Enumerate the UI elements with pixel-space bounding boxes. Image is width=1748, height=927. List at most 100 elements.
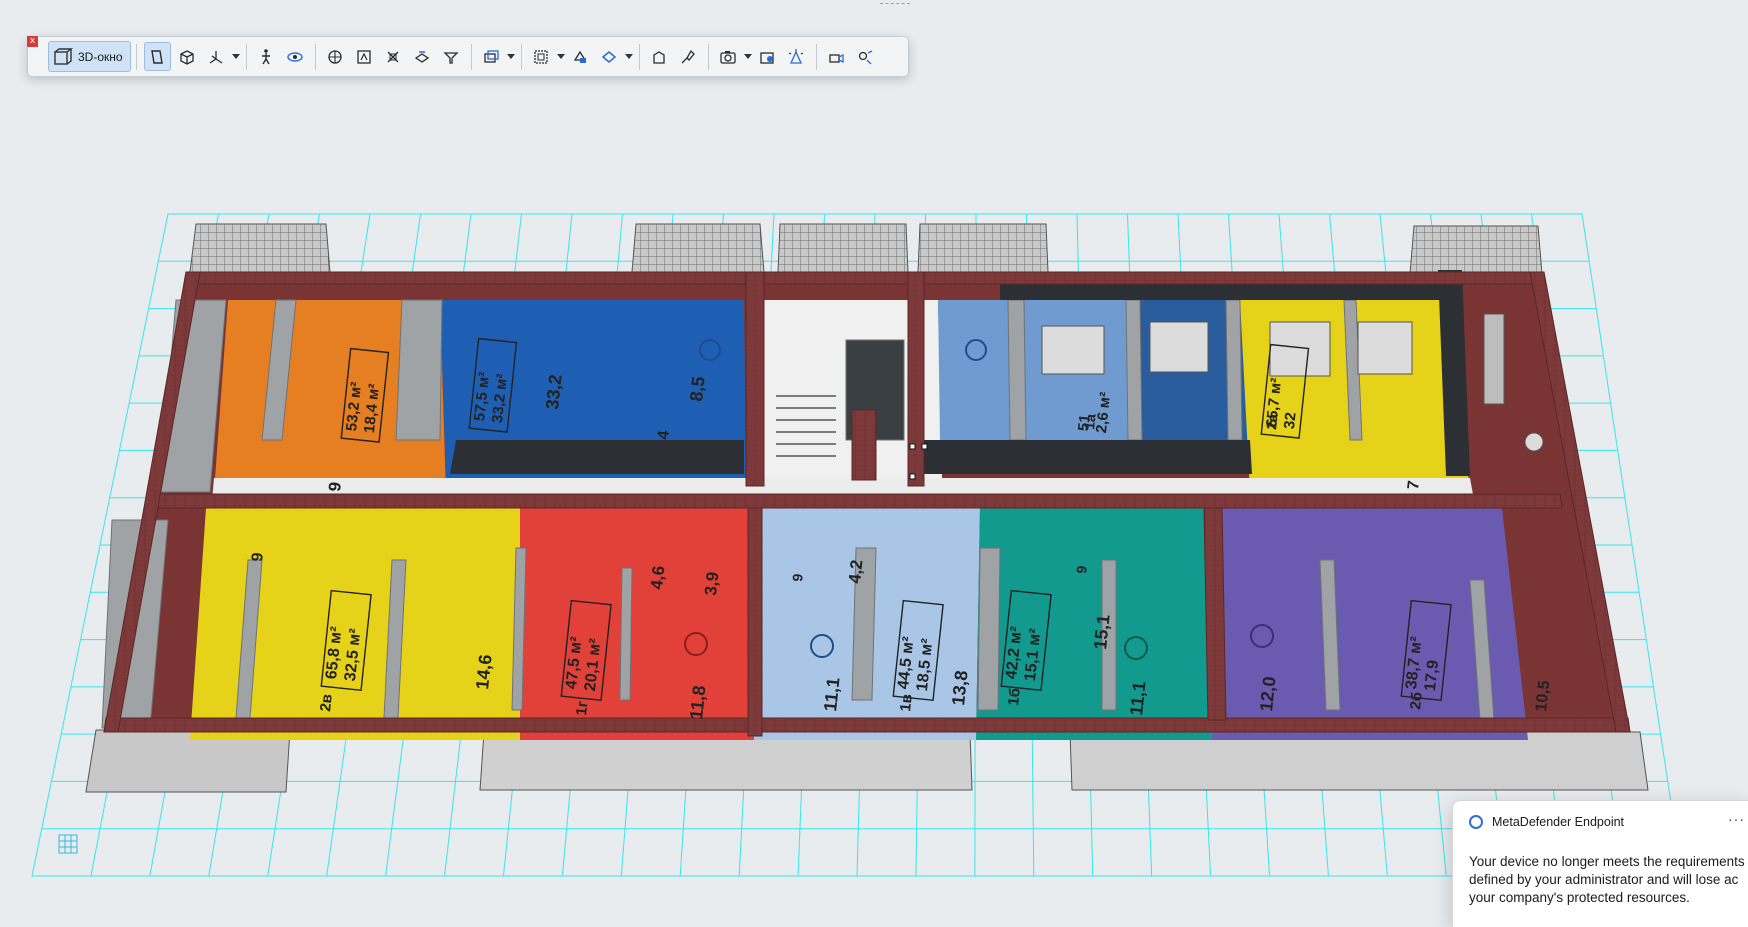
settings-3d-icon xyxy=(858,49,873,64)
filter-icon xyxy=(443,51,459,64)
marker xyxy=(880,3,910,7)
toast-more-button[interactable]: ··· xyxy=(1728,811,1745,827)
toolbar-separator xyxy=(135,43,137,70)
section-button[interactable] xyxy=(381,43,406,70)
toolbar-separator xyxy=(314,43,316,70)
3d-window-icon xyxy=(54,47,73,65)
label-lightblue-room-a: 11,1 xyxy=(820,676,843,712)
orbit-button[interactable] xyxy=(204,43,229,70)
walk-button[interactable] xyxy=(254,43,279,70)
toast-header: MetaDefender Endpoint xyxy=(1469,815,1624,829)
axonometry-button[interactable] xyxy=(175,43,200,70)
layer-combination-button[interactable] xyxy=(479,43,504,70)
chevron-down-icon xyxy=(506,54,515,59)
label-apt-1a: 1а xyxy=(1081,413,1099,430)
generic-mode-icon xyxy=(151,49,163,64)
cutaway-icon xyxy=(414,50,430,63)
zoom-extents-icon xyxy=(328,49,342,64)
notification-toast[interactable]: MetaDefender Endpoint ··· Your device no… xyxy=(1452,800,1748,927)
label-apt-1g: 1г xyxy=(573,700,591,716)
label-teal-room-b: 11,1 xyxy=(1126,680,1149,716)
shading-button[interactable] xyxy=(568,43,593,70)
settings-3d-button[interactable] xyxy=(853,43,878,70)
label-purple-room-b: 10,5 xyxy=(1533,680,1553,713)
3d-model-canvas[interactable]: 53,2 м² 18,4 м² 9 57,5 м² 33,2 м² 33,2 8… xyxy=(0,0,1748,926)
project-camera-icon xyxy=(829,53,844,63)
3d-window-label: 3D-окно xyxy=(78,49,123,64)
chevron-down-icon xyxy=(624,54,633,59)
toast-line: defined by your administrator and will l… xyxy=(1469,872,1739,887)
section-icon xyxy=(387,51,399,62)
zoom-extents-button[interactable] xyxy=(323,43,348,70)
label-area-purple-living: 17,9 xyxy=(1422,659,1442,692)
material-icon xyxy=(653,50,665,64)
layer-combination-icon xyxy=(484,49,499,63)
shading-icon xyxy=(573,50,587,63)
chevron-down-icon xyxy=(556,54,565,59)
orbit-dropdown[interactable] xyxy=(231,43,241,70)
view-frame-button[interactable] xyxy=(529,43,554,70)
walk-icon xyxy=(262,48,271,64)
label-blue-hall: 4 xyxy=(655,430,673,441)
fit-window-icon xyxy=(357,49,371,64)
fit-window-button[interactable] xyxy=(352,43,377,70)
project-camera-button[interactable] xyxy=(824,43,849,70)
filter-button[interactable] xyxy=(439,43,464,70)
generic-mode-button[interactable] xyxy=(143,42,171,71)
render-icon xyxy=(760,51,774,64)
view-frame-icon xyxy=(534,49,548,64)
label-red-a: 4,6 xyxy=(647,565,668,590)
label-lightblue-hall: 4,2 xyxy=(845,559,866,584)
toast-line: Your device no longer meets the requirem… xyxy=(1469,854,1745,869)
chevron-down-icon xyxy=(231,54,240,59)
3d-window-button[interactable]: 3D-окно xyxy=(48,41,131,72)
camera-icon xyxy=(720,50,736,64)
label-red-b: 3,9 xyxy=(701,571,722,596)
toolbar-separator xyxy=(707,43,709,70)
toolbar-close-button[interactable]: x xyxy=(27,36,38,47)
paint-button[interactable] xyxy=(676,43,701,70)
axonometry-icon xyxy=(180,49,194,65)
toolbar-separator xyxy=(520,43,522,70)
grid-snap-icon[interactable] xyxy=(57,833,79,855)
label-red-room: 11,8 xyxy=(686,684,709,720)
render-button[interactable] xyxy=(755,43,780,70)
surface-icon xyxy=(601,50,617,63)
toast-app-name: MetaDefender Endpoint xyxy=(1492,815,1625,829)
label-purple-room: 12,0 xyxy=(1256,675,1280,712)
toolbar-separator xyxy=(470,43,472,70)
light-button[interactable] xyxy=(784,43,809,70)
3d-window-toolbar: x 3D-окно xyxy=(27,36,909,77)
orbit-icon xyxy=(209,50,223,64)
label-apt-2a: 2а xyxy=(1263,413,1281,430)
toast-line: your company's protected resources. xyxy=(1469,890,1690,905)
explore-icon xyxy=(287,51,303,62)
layer-combination-dropdown[interactable] xyxy=(506,43,516,70)
label-apt-2b-right: 2б xyxy=(1407,691,1426,710)
toolbar-separator xyxy=(638,43,640,70)
chevron-down-icon xyxy=(743,54,752,59)
label-area-yellow-right-living: 32 xyxy=(1281,412,1300,430)
label-apt-1v: 1в xyxy=(897,693,916,712)
label-apt-1b: 1б xyxy=(1005,687,1024,706)
camera-button[interactable] xyxy=(716,43,741,70)
light-icon xyxy=(788,48,804,64)
surface-button[interactable] xyxy=(597,43,622,70)
label-blue-small: 8,5 xyxy=(686,375,709,402)
camera-dropdown[interactable] xyxy=(743,43,753,70)
label-blue-room: 33,2 xyxy=(542,373,566,410)
cutaway-button[interactable] xyxy=(410,43,435,70)
toast-message: Your device no longer meets the requirem… xyxy=(1469,853,1748,907)
label-teal-room: 15,1 xyxy=(1090,613,1114,650)
label-apt-2b: 2в xyxy=(317,693,336,712)
material-button[interactable] xyxy=(647,43,672,70)
explore-button[interactable] xyxy=(283,43,308,70)
label-lightblue-room-b: 13,8 xyxy=(948,669,972,706)
paint-icon xyxy=(681,49,695,63)
metadefender-icon xyxy=(1469,815,1483,829)
view-frame-dropdown[interactable] xyxy=(556,43,566,70)
3d-viewport[interactable]: 53,2 м² 18,4 м² 9 57,5 м² 33,2 м² 33,2 8… xyxy=(0,0,1748,926)
surface-dropdown[interactable] xyxy=(624,43,634,70)
label-yellow-hall: 9 xyxy=(249,552,267,563)
label-yellow-room: 14,6 xyxy=(472,653,496,690)
